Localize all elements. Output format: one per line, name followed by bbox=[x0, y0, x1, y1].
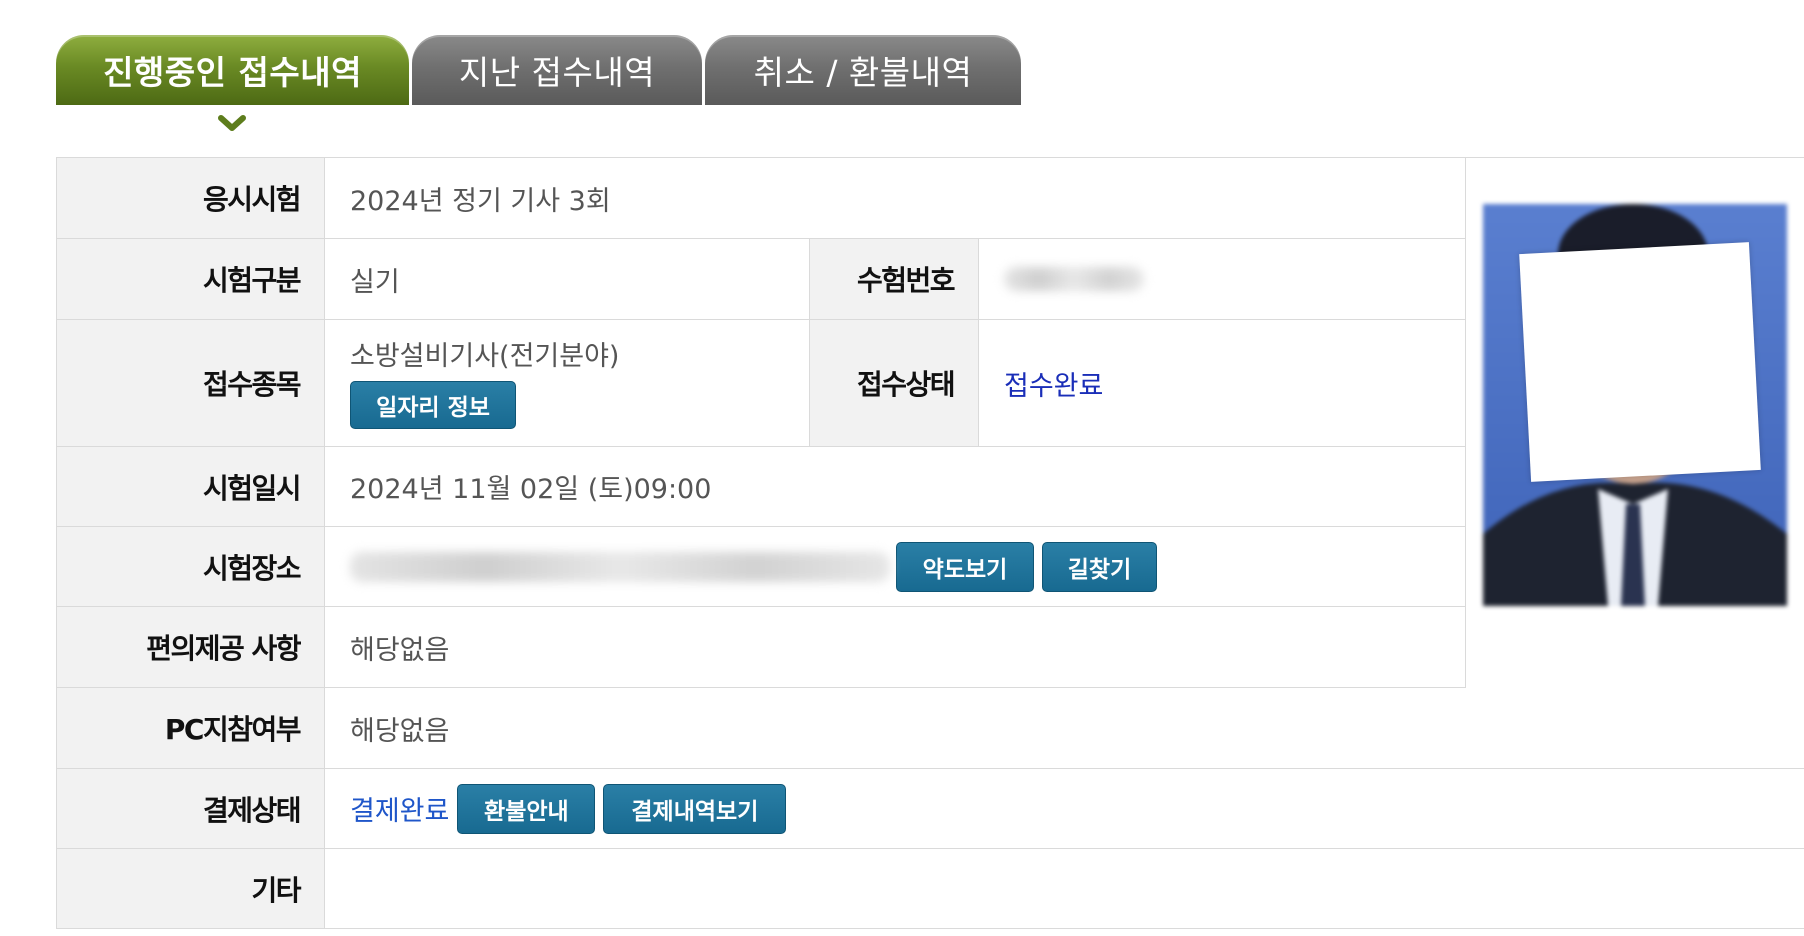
value-datetime: 2024년 11월 02일 (토)09:00 bbox=[325, 447, 1466, 526]
value-venue: 약도보기 길찾기 bbox=[325, 527, 1466, 606]
table-row: PC지참여부 해당없음 bbox=[56, 688, 1804, 769]
map-view-button[interactable]: 약도보기 bbox=[896, 541, 1034, 592]
tab-bar: 진행중인 접수내역 지난 접수내역 취소 / 환불내역 bbox=[56, 35, 1024, 105]
label-pc: PC지참여부 bbox=[56, 688, 325, 768]
table-row: 접수종목 소방설비기사(전기분야) 일자리 정보 접수상태 접수완료 bbox=[56, 320, 1466, 447]
label-division: 시험구분 bbox=[56, 239, 325, 319]
label-etc: 기타 bbox=[56, 849, 325, 928]
label-venue: 시험장소 bbox=[56, 527, 325, 606]
redacted-exam-number bbox=[1004, 267, 1144, 291]
label-datetime: 시험일시 bbox=[56, 447, 325, 526]
value-exam-number bbox=[979, 239, 1466, 319]
payment-history-button[interactable]: 결제내역보기 bbox=[603, 783, 787, 834]
tab-in-progress[interactable]: 진행중인 접수내역 bbox=[56, 35, 409, 105]
face-cover bbox=[1519, 242, 1761, 482]
value-payment: 결제완료 환불안내 결제내역보기 bbox=[325, 769, 1804, 848]
payment-status-link[interactable]: 결제완료 bbox=[350, 789, 449, 828]
job-info-button[interactable]: 일자리 정보 bbox=[350, 380, 516, 429]
value-subject: 소방설비기사(전기분야) 일자리 정보 bbox=[325, 320, 809, 446]
label-accommodation: 편의제공 사항 bbox=[56, 607, 325, 687]
table-row: 편의제공 사항 해당없음 bbox=[56, 607, 1466, 688]
value-status: 접수완료 bbox=[979, 320, 1466, 446]
value-exam: 2024년 정기 기사 3회 bbox=[325, 158, 1466, 238]
label-exam: 응시시험 bbox=[56, 158, 325, 238]
table-row: 결제상태 결제완료 환불안내 결제내역보기 bbox=[56, 769, 1804, 849]
chevron-down-icon bbox=[218, 115, 246, 131]
status-text: 접수완료 bbox=[1004, 370, 1104, 402]
value-division: 실기 bbox=[350, 266, 400, 298]
table-row: 응시시험 2024년 정기 기사 3회 bbox=[56, 158, 1466, 239]
label-subject: 접수종목 bbox=[56, 320, 325, 446]
table-row: 시험장소 약도보기 길찾기 bbox=[56, 527, 1466, 607]
find-route-button[interactable]: 길찾기 bbox=[1042, 541, 1157, 592]
label-exam-number: 수험번호 bbox=[809, 239, 979, 319]
value-pc: 해당없음 bbox=[350, 715, 450, 747]
refund-guide-button[interactable]: 환불안내 bbox=[457, 783, 596, 834]
label-payment: 결제상태 bbox=[56, 769, 325, 848]
table-row: 기타 bbox=[56, 849, 1804, 929]
value-accommodation: 해당없음 bbox=[325, 607, 1466, 687]
redacted-venue-address bbox=[350, 551, 890, 582]
tab-cancel-refund[interactable]: 취소 / 환불내역 bbox=[705, 35, 1021, 105]
table-row: 시험일시 2024년 11월 02일 (토)09:00 bbox=[56, 447, 1466, 527]
label-status: 접수상태 bbox=[809, 320, 979, 446]
tab-past[interactable]: 지난 접수내역 bbox=[412, 35, 702, 105]
table-row: 시험구분 실기 수험번호 bbox=[56, 239, 1466, 320]
value-etc bbox=[325, 849, 1804, 928]
